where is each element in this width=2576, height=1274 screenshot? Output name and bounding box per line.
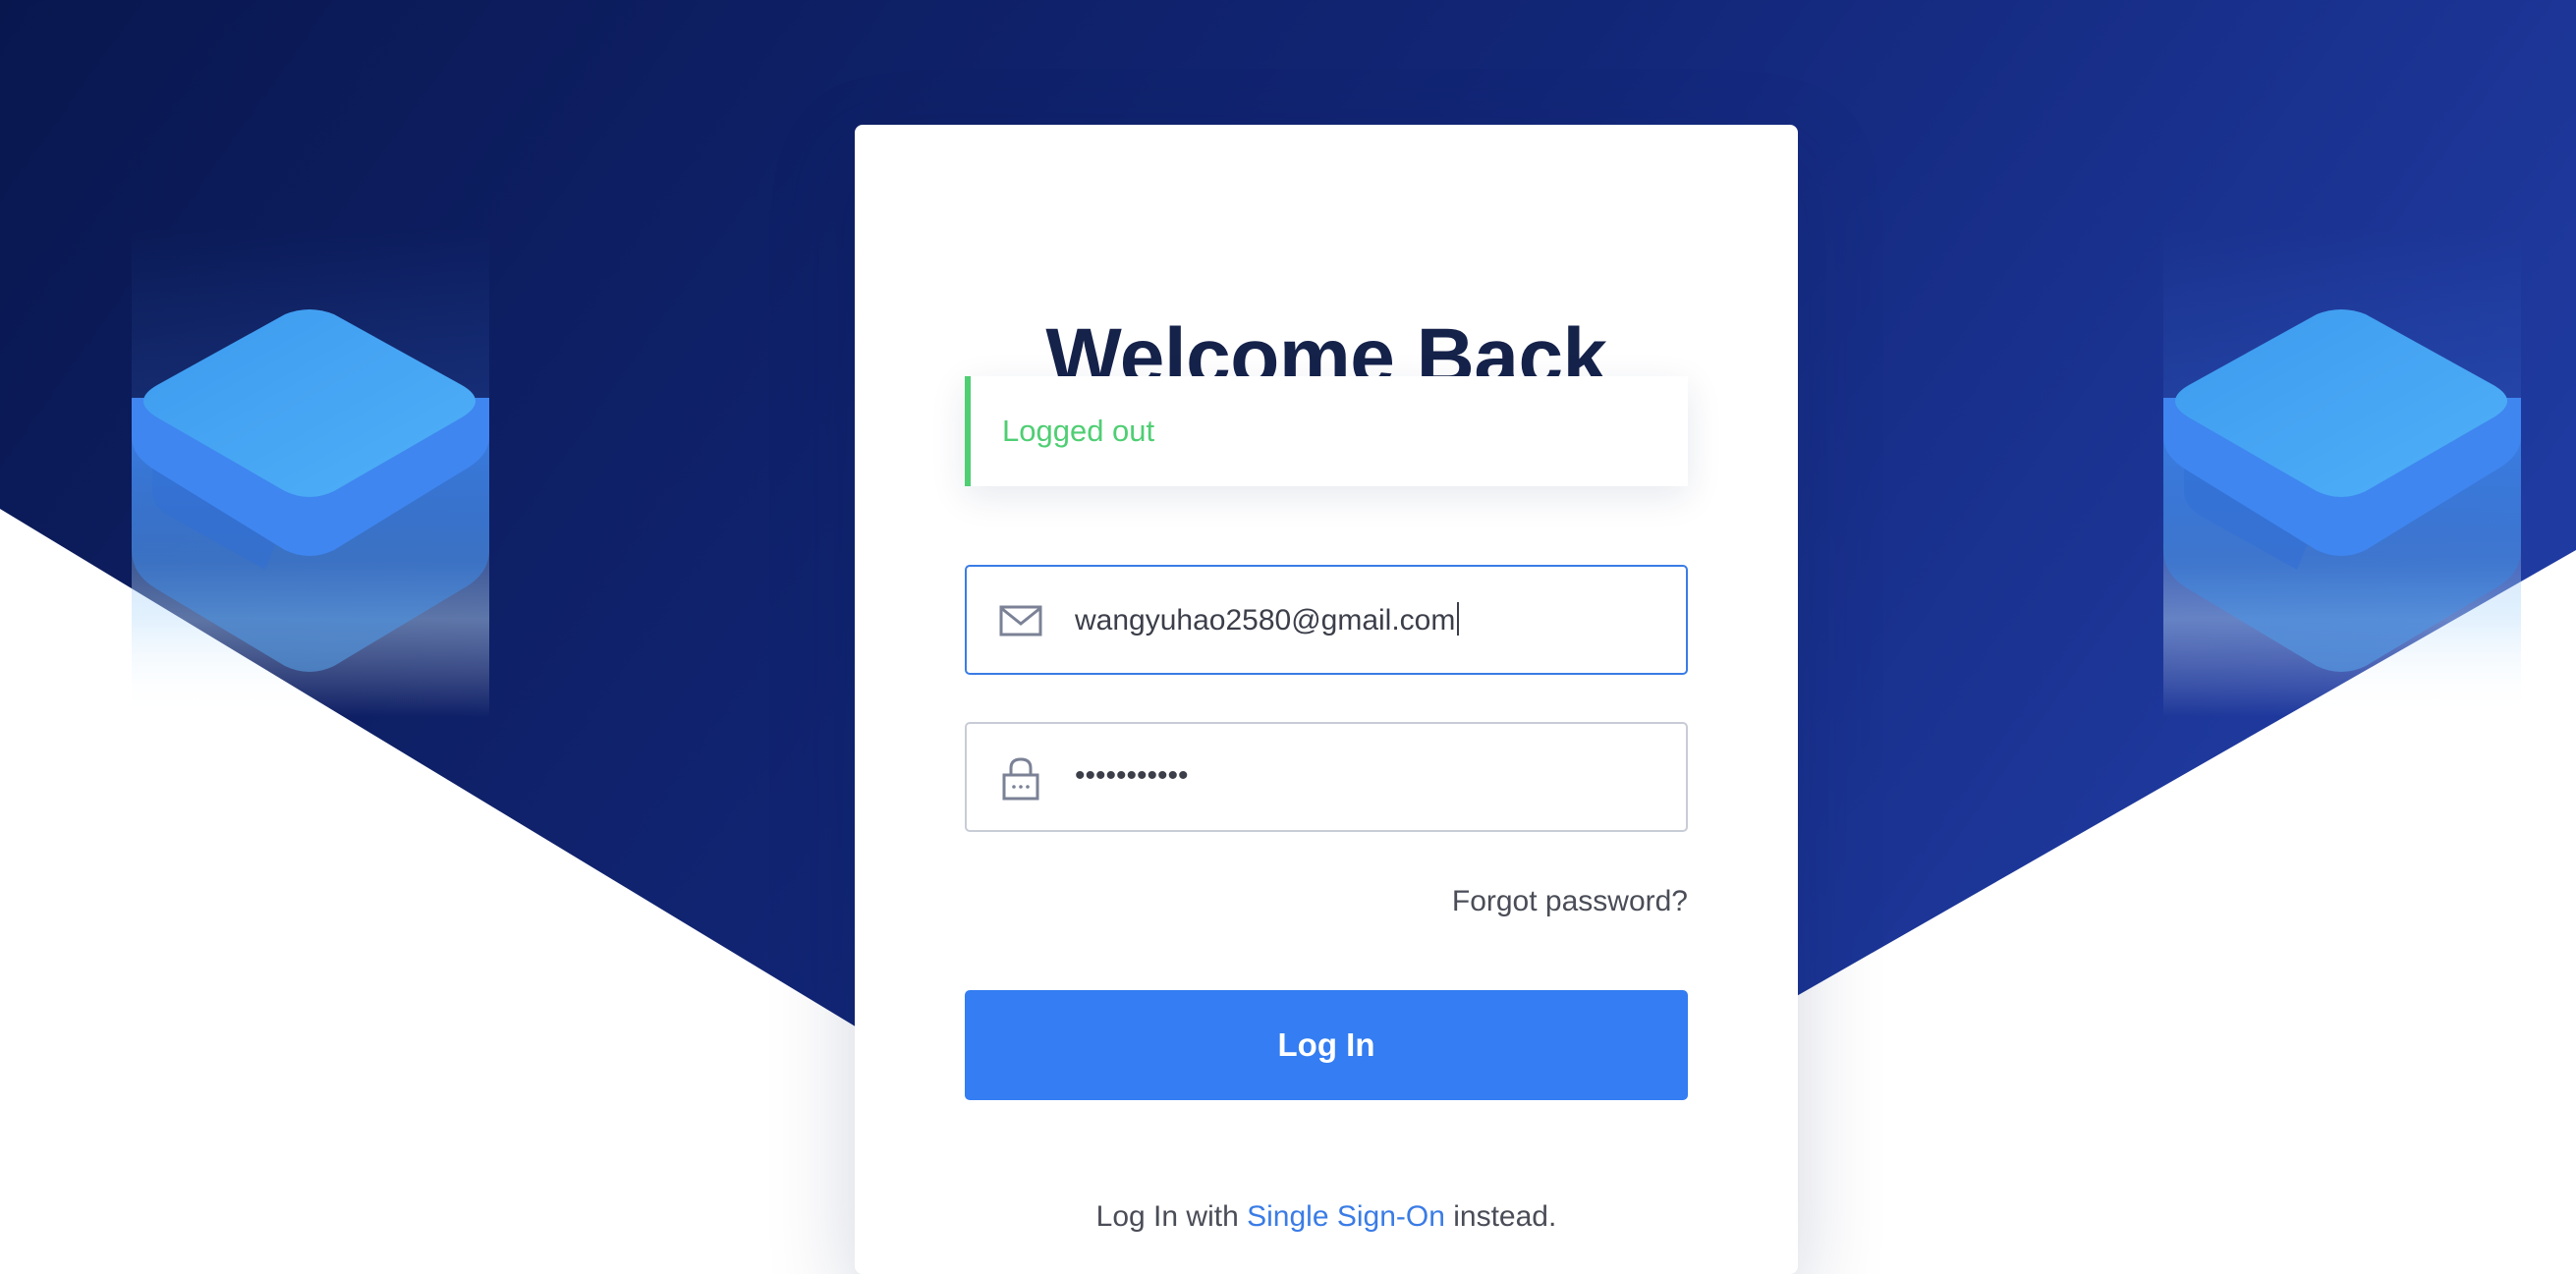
- lock-icon: [1002, 757, 1039, 801]
- forgot-password-link[interactable]: Forgot password?: [1452, 885, 1688, 918]
- text-caret: [1457, 602, 1460, 636]
- left-cube-illustration: [132, 226, 489, 717]
- password-field[interactable]: •••••••••••: [965, 722, 1688, 832]
- sso-prefix: Log In with: [1095, 1200, 1239, 1233]
- login-button[interactable]: Log In: [965, 990, 1688, 1100]
- login-card: Welcome Back Logged out wangyuhao2580@gm…: [855, 125, 1798, 1274]
- password-input[interactable]: •••••••••••: [1075, 759, 1189, 793]
- sso-prompt: Log In with Single Sign-On instead.: [855, 1200, 1798, 1234]
- email-value: wangyuhao2580@gmail.com: [1075, 604, 1456, 637]
- sso-suffix: instead.: [1453, 1200, 1557, 1233]
- email-field[interactable]: wangyuhao2580@gmail.com: [965, 565, 1688, 675]
- envelope-icon: [999, 605, 1042, 637]
- sso-link[interactable]: Single Sign-On: [1247, 1200, 1445, 1233]
- right-cube-illustration: [2163, 226, 2521, 717]
- email-input[interactable]: wangyuhao2580@gmail.com: [1075, 602, 1460, 637]
- logout-alert: Logged out: [965, 376, 1688, 486]
- alert-message: Logged out: [1002, 414, 1155, 448]
